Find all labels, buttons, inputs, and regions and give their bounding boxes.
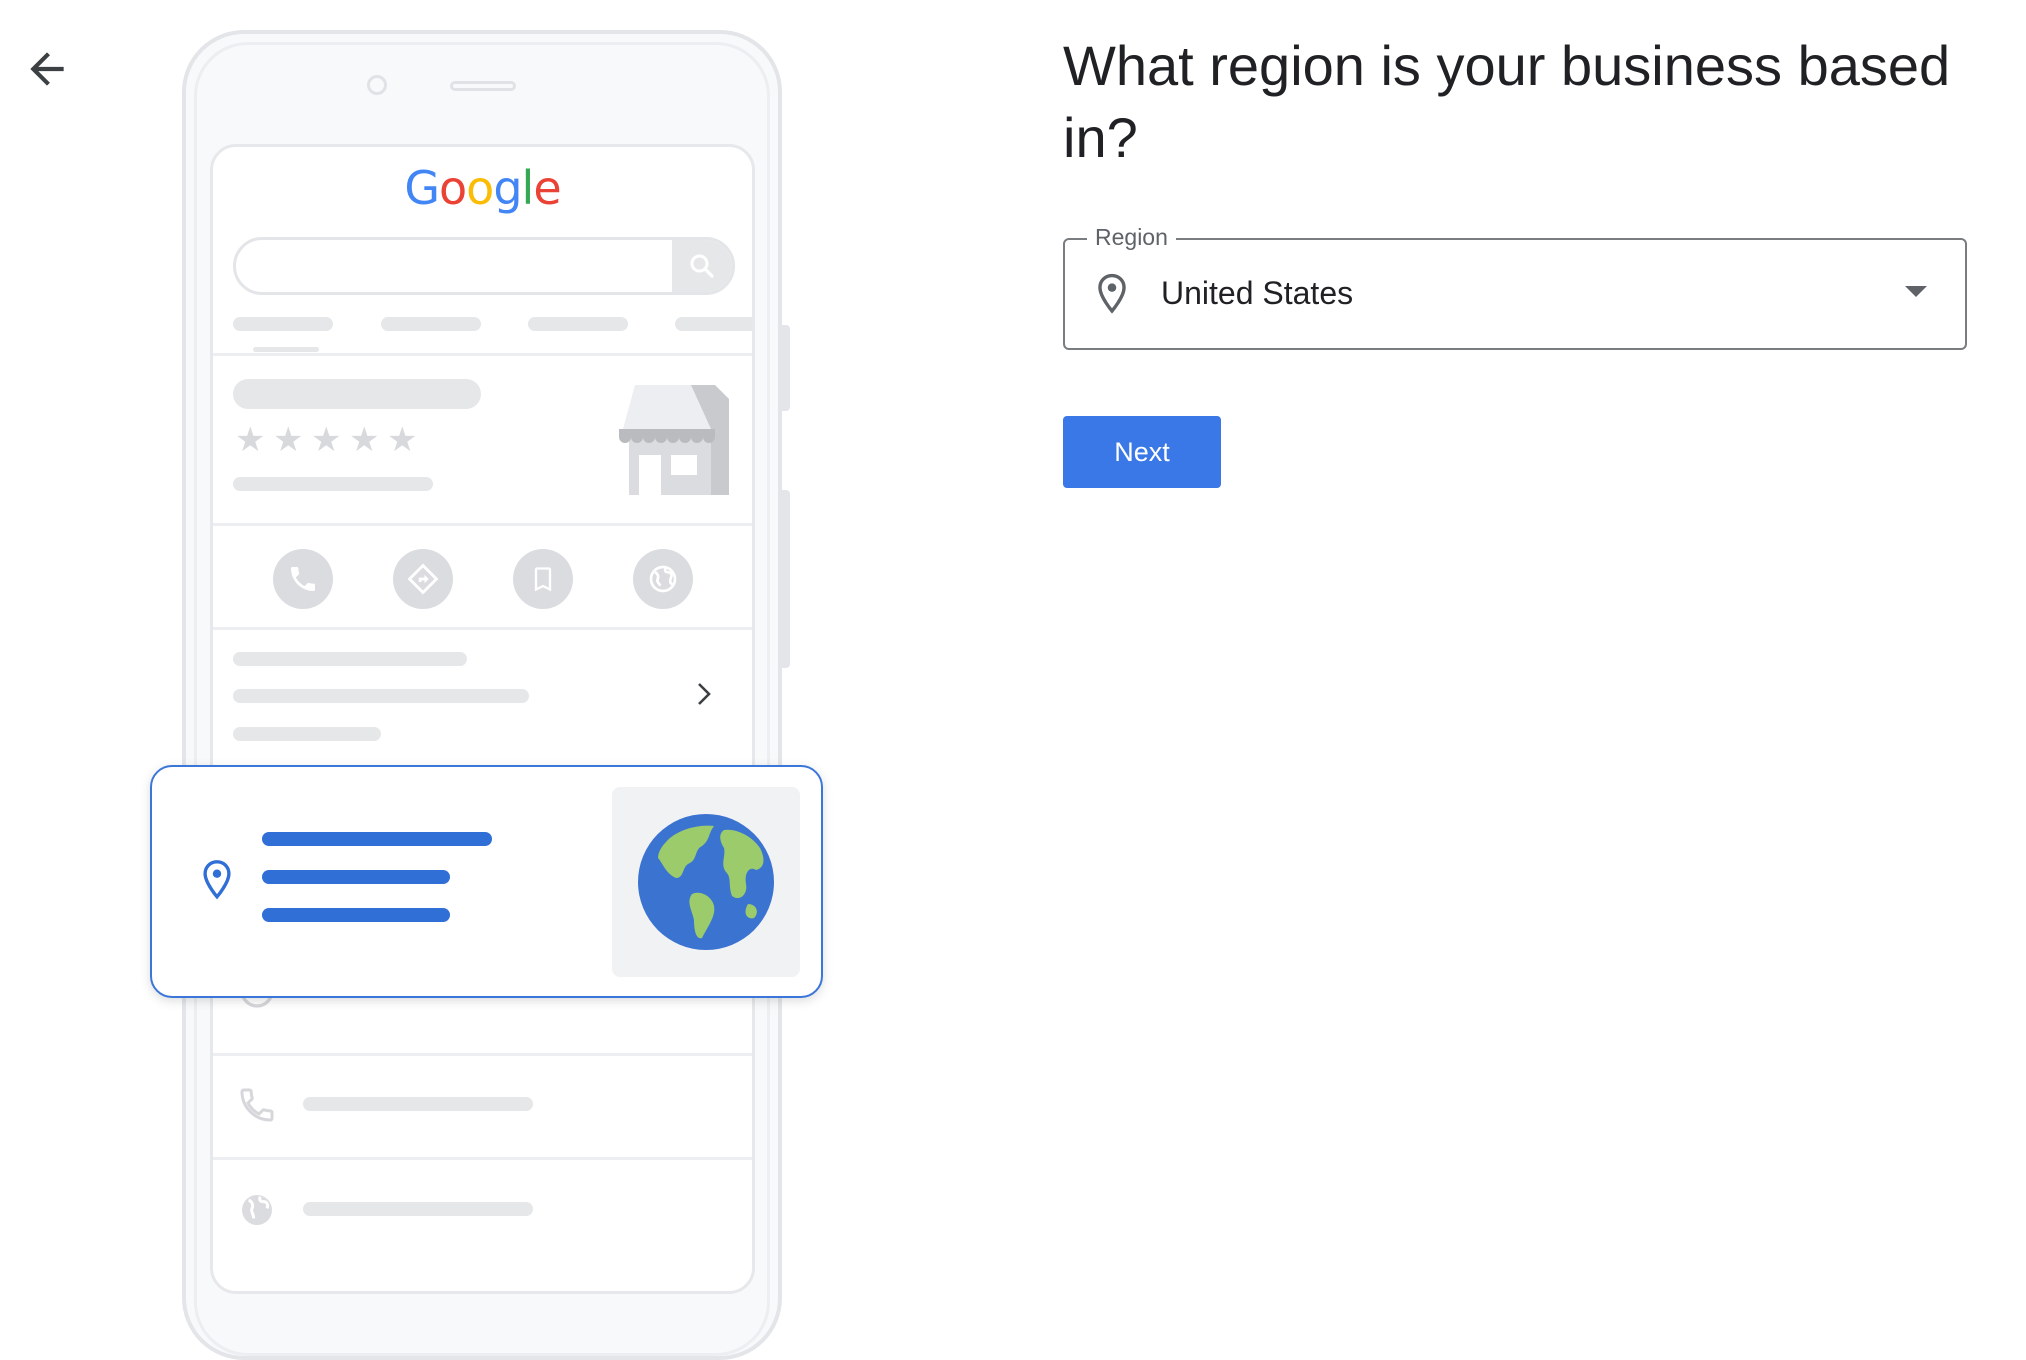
star-icon: ★ xyxy=(387,421,418,459)
bookmark-icon xyxy=(534,567,552,592)
phone-speaker xyxy=(450,81,516,91)
phone-icon xyxy=(240,1088,274,1122)
phone-icon xyxy=(291,567,315,591)
globe-image xyxy=(638,814,774,950)
star-icon: ★ xyxy=(273,421,304,459)
phone-camera xyxy=(367,75,387,95)
star-icon: ★ xyxy=(311,421,342,459)
dropdown-arrow-icon[interactable] xyxy=(1905,286,1927,297)
page-title: What region is your business based in? xyxy=(1063,34,1951,169)
next-button[interactable]: Next xyxy=(1063,416,1221,488)
star-icon: ★ xyxy=(349,421,380,459)
arrow-left-icon xyxy=(30,52,64,86)
region-value: United States xyxy=(1161,275,1354,311)
globe-icon xyxy=(242,1195,272,1225)
search-icon xyxy=(690,254,714,278)
region-label: Region xyxy=(1087,224,1176,251)
globe-action xyxy=(633,549,693,609)
google-logo: Google xyxy=(404,161,561,215)
globe-thumbnail xyxy=(612,787,800,977)
phone-action xyxy=(273,549,333,609)
storefront-icon xyxy=(619,385,729,495)
star-icon: ★ xyxy=(235,421,266,459)
phone-side-button xyxy=(782,325,790,411)
region-select[interactable]: Region United States xyxy=(1063,224,1967,350)
location-card xyxy=(150,765,823,998)
bookmark-action xyxy=(513,549,573,609)
globe-icon xyxy=(649,565,677,593)
directions-icon xyxy=(407,563,439,595)
back-button[interactable] xyxy=(22,44,72,94)
location-pin-icon xyxy=(203,860,231,900)
location-pin-icon xyxy=(1098,273,1126,314)
placeholder-title xyxy=(233,379,481,409)
phone-screen: Google ★ ★ ★ ★ ★ xyxy=(210,144,755,1294)
chevron-right-icon xyxy=(698,683,711,705)
mock-search-bar xyxy=(233,237,735,295)
phone-side-button xyxy=(782,490,790,668)
directions-action xyxy=(393,549,453,609)
